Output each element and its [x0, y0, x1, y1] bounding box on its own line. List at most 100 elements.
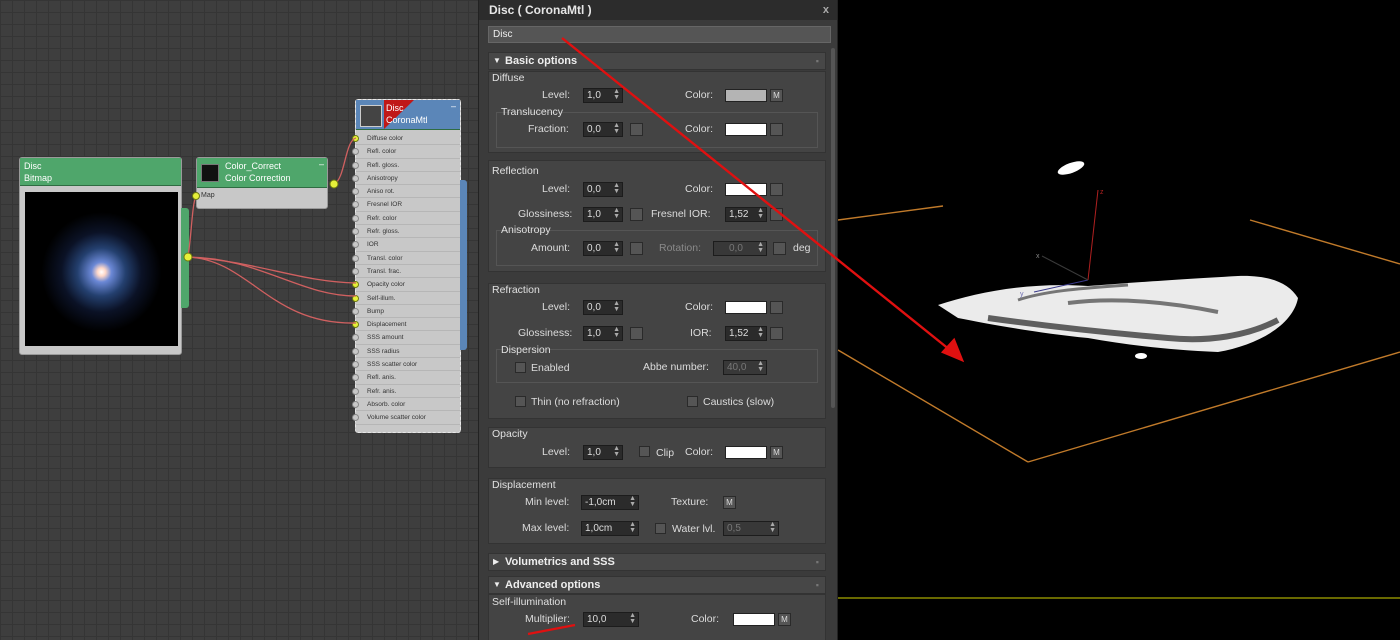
spinner-arrows-icon: ▲ ▼: [757, 360, 764, 373]
displacement-group-label: Displacement: [492, 479, 556, 491]
diffuse-level-value: 1,0: [587, 90, 601, 101]
panel-scrollbar[interactable]: [831, 48, 835, 408]
node-wires: [183, 137, 357, 324]
rotation-unit-label: deg: [793, 242, 811, 254]
opacity-clip-label: Clip: [656, 447, 675, 459]
diffuse-color-swatch[interactable]: [725, 89, 767, 102]
reflection-level-spinner[interactable]: 0,0 ▲ ▼: [583, 182, 623, 197]
rollout-volumetrics-sss[interactable]: ▶ Volumetrics and SSS ▪: [488, 553, 826, 571]
self-illumination-color-swatch[interactable]: [733, 613, 775, 626]
displacement-min-spinner[interactable]: -1,0cm ▲ ▼: [581, 495, 639, 510]
refraction-color-map-button[interactable]: [770, 301, 783, 314]
translucency-fraction-label: Fraction:: [528, 123, 569, 135]
opacity-level-label: Level:: [542, 446, 571, 458]
svg-text:x: x: [1036, 253, 1040, 260]
triangle-right-icon: ▶: [493, 557, 500, 566]
thin-no-refraction-label: Thin (no refraction): [531, 396, 620, 408]
opacity-level-value: 1,0: [587, 447, 601, 458]
reflection-level-value: 0,0: [587, 184, 601, 195]
self-illumination-map-button[interactable]: M: [778, 613, 791, 626]
water-level-spinner[interactable]: 0,5 ▲ ▼: [723, 521, 779, 536]
spinner-arrows-icon: ▲ ▼: [613, 207, 620, 220]
refraction-level-spinner[interactable]: 0,0 ▲ ▼: [583, 300, 623, 315]
abbe-number-spinner[interactable]: 40,0 ▲ ▼: [723, 360, 767, 375]
opacity-map-button[interactable]: M: [770, 446, 783, 459]
render-viewport[interactable]: z y x: [838, 0, 1400, 640]
refraction-ior-map-button[interactable]: [770, 327, 783, 340]
reflection-color-map-button[interactable]: [770, 183, 783, 196]
diffuse-color-label: Color:: [685, 89, 714, 101]
refraction-glossiness-value: 1,0: [587, 328, 601, 339]
anisotropy-rotation-value: 0,0: [729, 243, 743, 254]
rollout-advanced-label: Advanced options: [505, 579, 601, 591]
anisotropy-rotation-spinner[interactable]: 0,0 ▲ ▼: [713, 241, 767, 256]
rollout-grip-icon: ▪: [815, 580, 819, 590]
wire-bitmap-to-displacement: [187, 256, 357, 324]
spinner-arrows-icon: ▲ ▼: [613, 241, 620, 254]
anisotropy-rotation-map-button[interactable]: [773, 242, 786, 255]
translucency-fraction-spinner[interactable]: 0,0 ▲ ▼: [583, 122, 623, 137]
dispersion-group-label: Dispersion: [501, 344, 551, 356]
opacity-level-spinner[interactable]: 1,0 ▲ ▼: [583, 445, 623, 460]
anisotropy-amount-map-button[interactable]: [630, 242, 643, 255]
opacity-clip-checkbox[interactable]: [639, 446, 650, 457]
material-name-field[interactable]: Disc: [488, 26, 831, 43]
caustics-label: Caustics (slow): [703, 396, 775, 408]
diffuse-level-spinner[interactable]: 1,0 ▲ ▼: [583, 88, 623, 103]
refraction-color-swatch[interactable]: [725, 301, 767, 314]
diffuse-map-button[interactable]: M: [770, 89, 783, 102]
reflection-glossiness-map-button[interactable]: [630, 208, 643, 221]
anisotropy-amount-spinner[interactable]: 0,0 ▲ ▼: [583, 241, 623, 256]
displacement-max-value: 1,0cm: [585, 523, 613, 534]
spinner-arrows-icon: ▲ ▼: [757, 326, 764, 339]
diffuse-group-label: Diffuse: [492, 72, 525, 84]
refraction-glossiness-map-button[interactable]: [630, 327, 643, 340]
material-parameters-panel: Disc ( CoronaMtl ) x Disc ▼ Basic option…: [478, 0, 838, 640]
refraction-ior-value: 1,52: [729, 328, 749, 339]
displacement-texture-label: Texture:: [671, 496, 709, 508]
reflection-glossiness-spinner[interactable]: 1,0 ▲ ▼: [583, 207, 623, 222]
self-illumination-multiplier-spinner[interactable]: 10,0 ▲ ▼: [583, 612, 639, 627]
spinner-arrows-icon: ▲ ▼: [757, 241, 764, 254]
rollout-basic-options[interactable]: ▼ Basic options ▪: [488, 52, 826, 70]
spinner-arrows-icon: ▲ ▼: [769, 521, 776, 534]
opacity-color-label: Color:: [685, 446, 714, 458]
rollout-advanced-options[interactable]: ▼ Advanced options ▪: [488, 576, 826, 594]
translucency-color-swatch[interactable]: [725, 123, 767, 136]
close-icon[interactable]: x: [823, 0, 829, 20]
spinner-arrows-icon: ▲ ▼: [613, 182, 620, 195]
opacity-group-label: Opacity: [492, 428, 528, 440]
displacement-max-label: Max level:: [522, 522, 570, 534]
spinner-arrows-icon: ▲ ▼: [629, 495, 636, 508]
reflection-glossiness-label: Glossiness:: [518, 208, 573, 220]
thin-no-refraction-checkbox[interactable]: [515, 396, 526, 407]
anisotropy-group-label: Anisotropy: [501, 224, 551, 236]
translucency-color-map-button[interactable]: [770, 123, 783, 136]
water-level-checkbox[interactable]: [655, 523, 666, 534]
refraction-level-label: Level:: [542, 301, 571, 313]
self-illumination-multiplier-value: 10,0: [587, 614, 607, 625]
disc-object: [938, 161, 1298, 359]
spinner-arrows-icon: ▲ ▼: [613, 445, 620, 458]
refraction-glossiness-label: Glossiness:: [518, 327, 573, 339]
triangle-down-icon: ▼: [493, 56, 501, 65]
spinner-arrows-icon: ▲ ▼: [613, 326, 620, 339]
fresnel-ior-map-button[interactable]: [770, 208, 783, 221]
opacity-color-swatch[interactable]: [725, 446, 767, 459]
caustics-checkbox[interactable]: [687, 396, 698, 407]
refraction-group-label: Refraction: [492, 284, 540, 296]
reflection-level-label: Level:: [542, 183, 571, 195]
refraction-glossiness-spinner[interactable]: 1,0 ▲ ▼: [583, 326, 623, 341]
refraction-ior-spinner[interactable]: 1,52 ▲ ▼: [725, 326, 767, 341]
panel-titlebar[interactable]: Disc ( CoronaMtl ) x: [479, 0, 837, 20]
reflection-color-swatch[interactable]: [725, 183, 767, 196]
refraction-ior-label: IOR:: [690, 327, 712, 339]
displacement-max-spinner[interactable]: 1,0cm ▲ ▼: [581, 521, 639, 536]
rollout-grip-icon: ▪: [815, 557, 819, 567]
displacement-texture-button[interactable]: M: [723, 496, 736, 509]
fresnel-ior-spinner[interactable]: 1,52 ▲ ▼: [725, 207, 767, 222]
translucency-fraction-map-button[interactable]: [630, 123, 643, 136]
dispersion-enabled-checkbox[interactable]: [515, 362, 526, 373]
anisotropy-amount-label: Amount:: [531, 242, 571, 254]
slate-node-editor[interactable]: Disc Bitmap Color_Correct Color Correcti…: [0, 0, 478, 640]
